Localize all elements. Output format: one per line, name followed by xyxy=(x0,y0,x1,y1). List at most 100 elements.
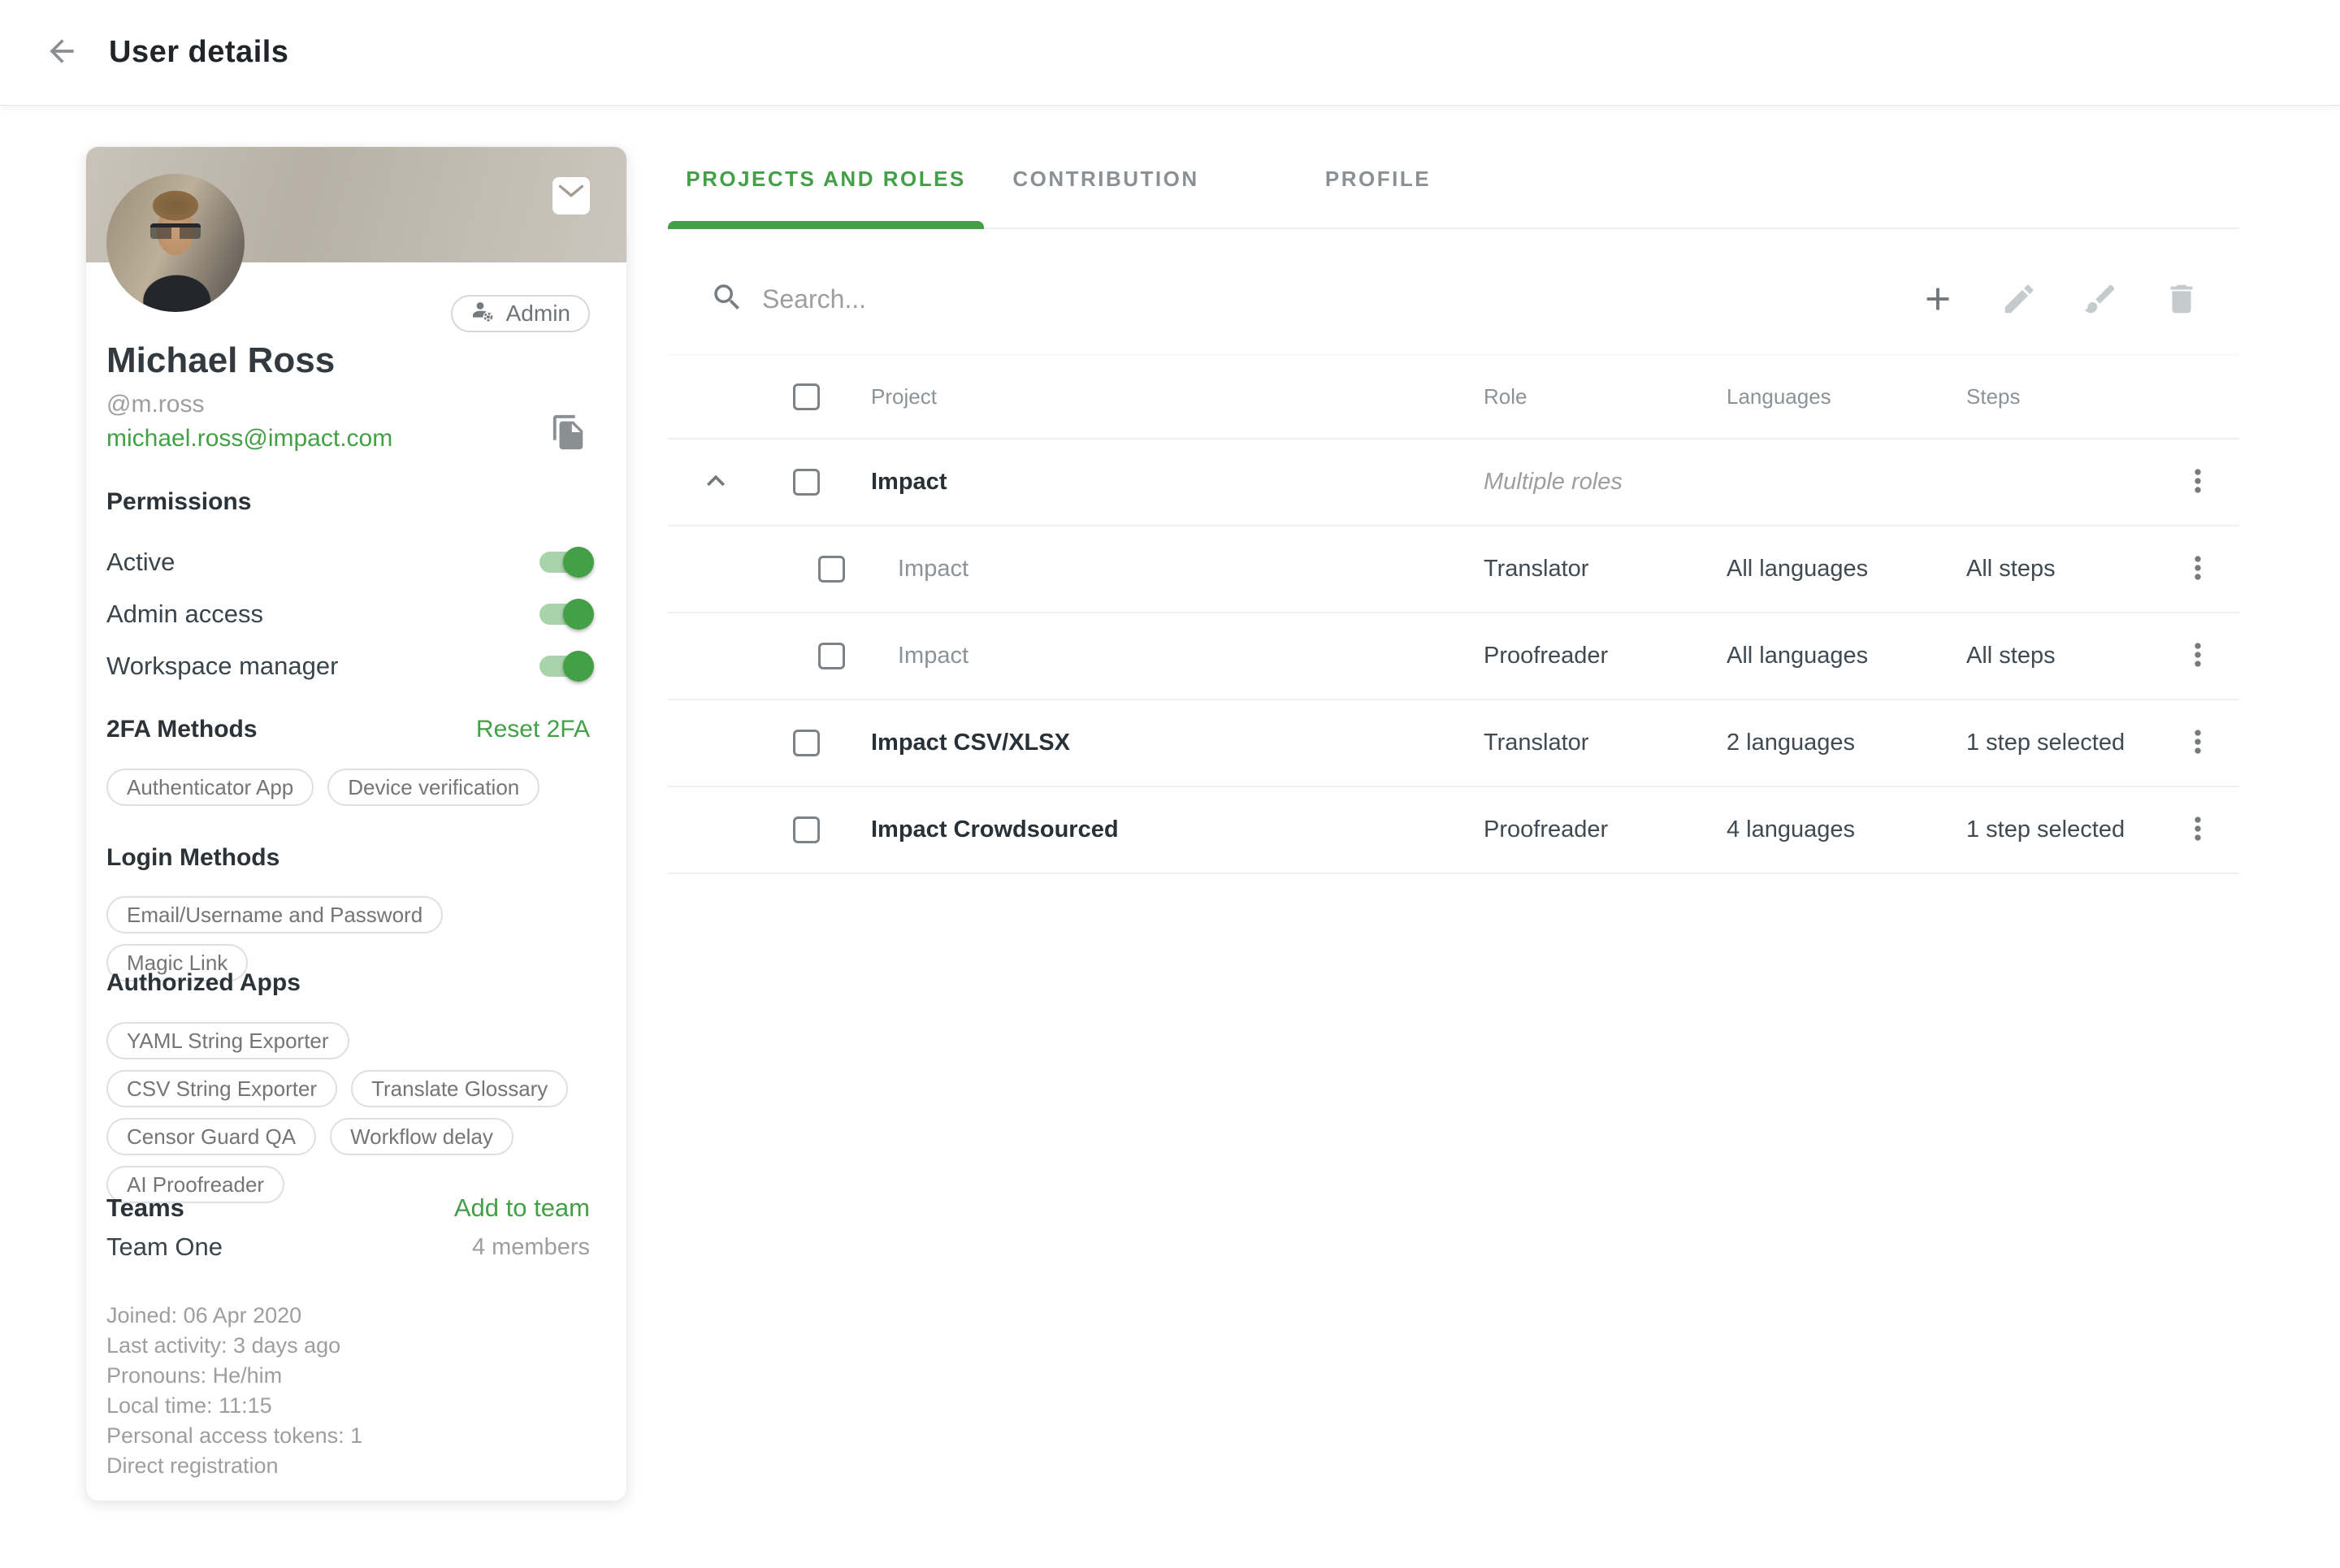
envelope-icon xyxy=(557,183,585,210)
steps-value: All steps xyxy=(1966,643,2056,669)
column-header-steps: Steps xyxy=(1966,384,2178,409)
row-menu-button[interactable] xyxy=(2178,722,2218,763)
table-row: Impact Multiple roles xyxy=(668,440,2239,526)
add-icon xyxy=(1919,308,1956,320)
column-header-project: Project xyxy=(845,384,1484,409)
row-menu-button[interactable] xyxy=(2178,809,2218,850)
search-box xyxy=(668,280,1919,318)
send-email-button[interactable] xyxy=(552,177,590,214)
user-name: Michael Ross xyxy=(106,340,335,381)
teams-title: Teams xyxy=(106,1193,184,1223)
user-email-link[interactable]: michael.ross@impact.com xyxy=(106,425,392,453)
select-all-checkbox[interactable] xyxy=(793,383,820,410)
languages-value: 4 languages xyxy=(1727,816,1855,842)
clean-icon xyxy=(2082,308,2119,320)
edit-icon xyxy=(2000,308,2038,320)
column-header-languages: Languages xyxy=(1727,384,1966,409)
tab-projects-and-roles[interactable]: PROJECTS AND ROLES xyxy=(668,130,984,227)
steps-value: 1 step selected xyxy=(1966,730,2125,756)
tabs: PROJECTS AND ROLESCONTRIBUTIONPROFILE xyxy=(668,130,2239,229)
project-name: Impact Crowdsourced xyxy=(871,816,1119,842)
row-menu-button[interactable] xyxy=(2178,635,2218,676)
row-checkbox[interactable] xyxy=(793,730,820,756)
user-meta-line: Personal access tokens: 1 xyxy=(106,1421,362,1451)
role-value: Proofreader xyxy=(1484,816,1608,842)
permission-label: Admin access xyxy=(106,600,263,629)
login-methods-title: Login Methods xyxy=(106,844,280,872)
user-handle: @m.ross xyxy=(106,391,204,418)
row-menu-button[interactable] xyxy=(2178,461,2218,502)
user-meta-line: Local time: 11:15 xyxy=(106,1391,362,1421)
user-meta-list: Joined: 06 Apr 2020Last activity: 3 days… xyxy=(106,1301,362,1481)
permission-row: Active xyxy=(106,544,590,581)
steps-value: All steps xyxy=(1966,556,2056,582)
project-name: Impact xyxy=(898,643,968,669)
row-checkbox[interactable] xyxy=(793,469,820,496)
chip: YAML String Exporter xyxy=(106,1022,349,1059)
toolbar-actions xyxy=(1919,280,2200,318)
table-toolbar xyxy=(668,244,2239,354)
user-details-page: User details Admin Michael Ross @m.ross … xyxy=(0,0,2340,1568)
twofa-title: 2FA Methods xyxy=(106,716,258,743)
role-badge: Admin xyxy=(451,295,590,332)
role-badge-label: Admin xyxy=(506,301,570,327)
reset-2fa-button[interactable]: Reset 2FA xyxy=(476,716,590,743)
row-checkbox[interactable] xyxy=(818,556,845,583)
back-button[interactable] xyxy=(42,33,81,72)
chip: Authenticator App xyxy=(106,769,314,806)
row-checkbox[interactable] xyxy=(818,643,845,669)
column-header-role: Role xyxy=(1484,384,1727,409)
avatar xyxy=(106,174,245,312)
table-row: Impact Crowdsourced Proofreader 4 langua… xyxy=(668,787,2239,874)
teams-list: Team One 4 members xyxy=(106,1229,590,1265)
role-value: Multiple roles xyxy=(1484,469,1623,495)
team-row: Team One 4 members xyxy=(106,1229,590,1265)
tab-profile[interactable]: PROFILE xyxy=(1228,130,1528,227)
project-name: Impact xyxy=(898,556,968,582)
chip: Workflow delay xyxy=(330,1118,514,1155)
clean-button xyxy=(2082,280,2119,318)
chip: Translate Glossary xyxy=(351,1070,568,1107)
page-title: User details xyxy=(109,35,288,70)
chip: Device verification xyxy=(327,769,540,806)
chip: CSV String Exporter xyxy=(106,1070,337,1107)
team-name: Team One xyxy=(106,1232,223,1262)
table-row: Impact Translator All languages All step… xyxy=(668,526,2239,613)
authorized-apps-title: Authorized Apps xyxy=(106,969,301,997)
toggle-switch[interactable] xyxy=(540,552,590,573)
kebab-icon xyxy=(2180,576,2216,588)
user-meta-line: Joined: 06 Apr 2020 xyxy=(106,1301,362,1331)
row-checkbox[interactable] xyxy=(793,816,820,843)
kebab-icon xyxy=(2180,663,2216,675)
add-to-team-button[interactable]: Add to team xyxy=(454,1193,590,1223)
toggle-switch[interactable] xyxy=(540,656,590,677)
app-header: User details xyxy=(0,0,2340,106)
project-name: Impact CSV/XLSX xyxy=(871,730,1070,756)
table-row: Impact CSV/XLSX Translator 2 languages 1… xyxy=(668,700,2239,787)
user-meta-line: Pronouns: He/him xyxy=(106,1361,362,1391)
role-value: Translator xyxy=(1484,730,1588,756)
languages-value: All languages xyxy=(1727,556,1868,582)
search-input[interactable] xyxy=(762,284,1919,314)
tab-contribution[interactable]: CONTRIBUTION xyxy=(984,130,1228,227)
permissions-list: Active Admin access Workspace manager xyxy=(106,544,590,700)
user-card: Admin Michael Ross @m.ross michael.ross@… xyxy=(85,146,627,1501)
delete-icon xyxy=(2163,308,2200,320)
copy-email-button[interactable] xyxy=(548,412,590,454)
authorized-app-chips: YAML String Exporter CSV String Exporter T… xyxy=(106,1022,590,1203)
row-menu-button[interactable] xyxy=(2178,548,2218,589)
collapse-row-button[interactable] xyxy=(696,463,735,502)
permission-label: Workspace manager xyxy=(106,652,338,681)
kebab-icon xyxy=(2180,750,2216,762)
toggle-switch[interactable] xyxy=(540,604,590,625)
edit-button xyxy=(2000,280,2038,318)
chip: Email/Username and Password xyxy=(106,896,443,933)
steps-value: 1 step selected xyxy=(1966,816,2125,842)
projects-roles-table: Project Role Languages Steps Impact Mult… xyxy=(668,354,2239,874)
permission-label: Active xyxy=(106,548,175,577)
add-button[interactable] xyxy=(1919,280,1956,318)
chip: Censor Guard QA xyxy=(106,1118,316,1155)
role-value: Translator xyxy=(1484,556,1588,582)
languages-value: 2 languages xyxy=(1727,730,1855,756)
twofa-chips: Authenticator App Device verification xyxy=(106,769,590,806)
